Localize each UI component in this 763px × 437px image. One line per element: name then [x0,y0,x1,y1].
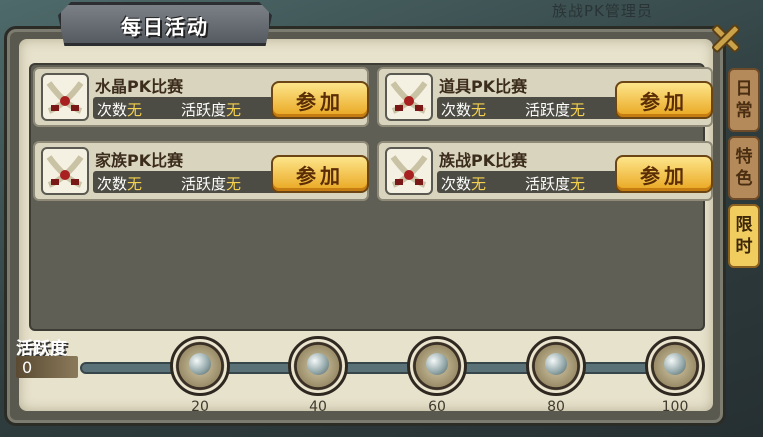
crossed-swords-icon [385,147,433,195]
reward-orb-100[interactable] [645,336,705,396]
crossed-swords-icon [41,147,89,195]
event-name: 水晶PK比赛 [95,77,184,96]
reward-orb-60[interactable] [407,336,467,396]
event-card: 道具PK比赛 次数无 活跃度无 参加 [377,67,713,127]
milestone-label: 20 [191,399,209,415]
window-title: 每日活动 [121,15,209,39]
orb-icon [307,353,329,375]
activity-value: 0 [22,358,33,377]
event-card: 水晶PK比赛 次数无 活跃度无 参加 [33,67,369,127]
reward-orb-20[interactable] [170,336,230,396]
reward-orb-80[interactable] [526,336,586,396]
event-name: 道具PK比赛 [439,77,528,96]
orb-icon [426,353,448,375]
event-card: 家族PK比赛 次数无 活跃度无 参加 [33,141,369,201]
event-count: 次数无 [97,175,143,193]
tab-special[interactable]: 特 色 [728,136,760,200]
event-activity: 活跃度无 [525,101,586,119]
event-name: 家族PK比赛 [95,151,184,170]
event-activity: 活跃度无 [181,101,242,119]
join-button[interactable]: 参加 [271,81,369,119]
event-activity: 活跃度无 [525,175,586,193]
orb-icon [545,353,567,375]
event-name: 族战PK比赛 [439,151,528,170]
event-count: 次数无 [97,101,143,119]
close-button[interactable] [707,19,745,57]
orb-icon [664,353,686,375]
milestone-label: 80 [547,399,565,415]
crossed-swords-icon [385,73,433,121]
window-title-plate: 每日活动 [58,2,272,46]
background-npc-label: 族战PK管理员 [552,2,653,20]
reward-orb-40[interactable] [288,336,348,396]
join-button[interactable]: 参加 [615,81,713,119]
tab-limited[interactable]: 限 时 [728,204,760,268]
events-list-panel: 水晶PK比赛 次数无 活跃度无 参加 道具PK比赛 次数无 活跃度无 参加 家族… [29,63,713,331]
event-card: 族战PK比赛 次数无 活跃度无 参加 [377,141,713,201]
event-activity: 活跃度无 [181,175,242,193]
join-button[interactable]: 参加 [271,155,369,193]
event-count: 次数无 [441,101,487,119]
milestone-label: 100 [661,399,689,415]
milestone-label: 60 [428,399,446,415]
parchment-panel: 水晶PK比赛 次数无 活跃度无 参加 道具PK比赛 次数无 活跃度无 参加 家族… [19,39,713,411]
orb-icon [189,353,211,375]
crossed-swords-icon [41,73,89,121]
tab-daily[interactable]: 日 常 [728,68,760,132]
milestone-label: 40 [309,399,327,415]
join-button[interactable]: 参加 [615,155,713,193]
event-count: 次数无 [441,175,487,193]
